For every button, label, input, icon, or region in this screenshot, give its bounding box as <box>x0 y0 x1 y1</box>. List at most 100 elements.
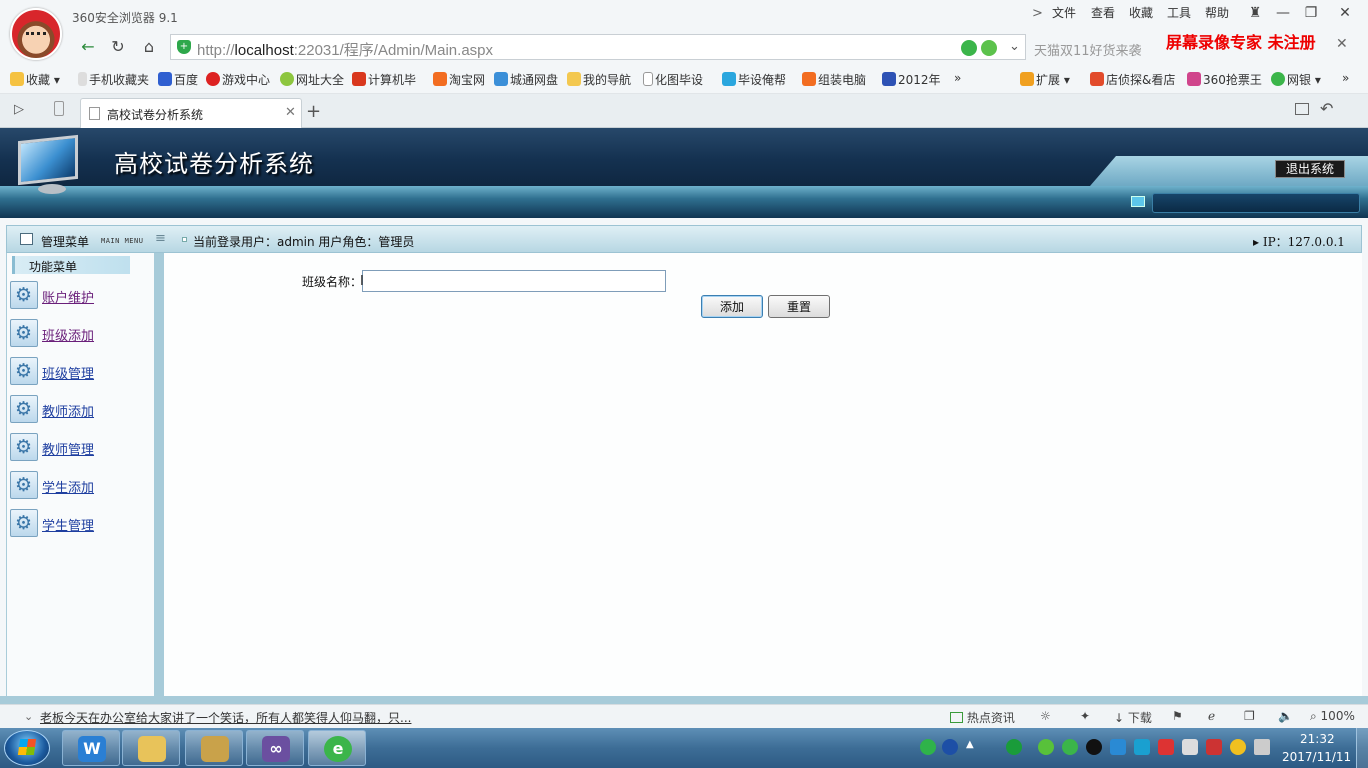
bookmark-ticket[interactable]: 360抢票王 <box>1187 71 1262 88</box>
news-ticker-link[interactable]: 老板今天在办公室给大家讲了一个笑话，所有人都笑得人仰马翻，只... <box>40 709 411 726</box>
sidebar-item-class-manage[interactable]: ⚙ 班级管理 <box>10 357 150 387</box>
bookmark-games[interactable]: 游戏中心 <box>206 71 270 88</box>
clock-date[interactable]: 2017/11/11 <box>1282 750 1351 764</box>
main-content <box>164 253 1362 696</box>
phone-sync-icon[interactable] <box>54 101 64 116</box>
bookmark-ctdisk[interactable]: 城通网盘 <box>494 71 558 88</box>
maximize-icon[interactable]: ❐ <box>1298 2 1324 24</box>
tray-more-icon[interactable]: ▲ <box>966 739 982 755</box>
menu-file[interactable]: 文件 <box>1052 4 1076 21</box>
sidebar-item-class-add[interactable]: ⚙ 班级添加 <box>10 319 150 349</box>
volume-icon[interactable]: 🔈 <box>1278 709 1293 723</box>
sidebar-item-student-manage[interactable]: ⚙ 学生管理 <box>10 509 150 539</box>
menu-tools[interactable]: 工具 <box>1167 4 1191 21</box>
minimize-icon[interactable]: — <box>1270 2 1296 24</box>
download-button[interactable]: ↓ 下载 <box>1114 709 1152 726</box>
task-tools[interactable] <box>185 730 243 766</box>
sidebar-link-teacher-manage[interactable]: 教师管理 <box>42 439 94 458</box>
show-desktop-button[interactable] <box>1356 728 1368 768</box>
power-icon[interactable] <box>1206 739 1222 755</box>
bookmark-baidu[interactable]: 百度 <box>158 71 198 88</box>
sidebar-item-account[interactable]: ⚙ 账户维护 <box>10 281 150 311</box>
reset-button[interactable]: 重置 <box>768 295 830 318</box>
bookmark-sites[interactable]: 网址大全 <box>280 71 344 88</box>
bookmark-huatu[interactable]: 化图毕设 <box>643 71 703 88</box>
bookmark-favorites[interactable]: 收藏 ▾ <box>10 71 60 88</box>
chevron-down-icon[interactable]: ⌄ <box>1009 39 1020 54</box>
task-visual-studio[interactable]: ∞ <box>246 730 304 766</box>
url-text[interactable]: http://localhost:22031/程序/Admin/Main.asp… <box>197 39 493 60</box>
bookmark-bishe[interactable]: 毕设俺帮 <box>722 71 786 88</box>
close-icon[interactable]: ✕ <box>1332 2 1358 24</box>
task-explorer[interactable] <box>122 730 180 766</box>
new-tab-icon[interactable]: + <box>306 101 321 122</box>
wechat-icon[interactable] <box>1038 739 1054 755</box>
skin-icon[interactable]: ♜ <box>1242 2 1268 24</box>
tab-close-icon[interactable]: ✕ <box>285 105 296 120</box>
bookmark-dianzhentan[interactable]: 店侦探&看店 <box>1090 71 1175 88</box>
bookmark-2012[interactable]: 2012年 <box>882 71 941 88</box>
undo-close-icon[interactable]: ↶ <box>1320 99 1333 118</box>
window-icon[interactable]: ❐ <box>1244 709 1255 723</box>
speed-icon[interactable]: ☼ <box>1040 709 1051 723</box>
tab-main[interactable]: 高校试卷分析系统 ✕ <box>80 98 302 128</box>
back-arrow-icon[interactable]: ← <box>76 36 100 58</box>
menu-help[interactable]: 帮助 <box>1205 4 1229 21</box>
sidebar-link-class-manage[interactable]: 班级管理 <box>42 363 94 382</box>
360-icon[interactable] <box>1062 739 1078 755</box>
task-360-browser[interactable]: e <box>308 730 366 766</box>
monitor-icon[interactable] <box>1254 739 1270 755</box>
menu-view[interactable]: 查看 <box>1091 4 1115 21</box>
pin-icon[interactable]: ✦ <box>1080 709 1090 723</box>
speaker-icon[interactable] <box>1182 739 1198 755</box>
speedup-icon[interactable] <box>961 40 977 56</box>
zoom-control[interactable]: ⌕ 100% <box>1310 709 1355 724</box>
search-close-icon[interactable]: ✕ <box>1336 36 1348 52</box>
more-bookmarks-icon[interactable]: » <box>954 71 961 85</box>
sidebar-item-teacher-add[interactable]: ⚙ 教师添加 <box>10 395 150 425</box>
sidebar-link-account[interactable]: 账户维护 <box>42 287 94 306</box>
sogou-icon[interactable] <box>920 739 936 755</box>
class-name-input[interactable] <box>362 270 666 292</box>
chevron-down-icon[interactable]: ⌄ <box>24 710 33 723</box>
add-button[interactable]: 添加 <box>701 295 763 318</box>
bookmark-computer[interactable]: 计算机毕 <box>352 71 416 88</box>
logout-button[interactable]: 退出系统 <box>1275 160 1345 178</box>
hot-news-button[interactable]: 热点资讯 <box>950 709 1015 726</box>
menu-favorites[interactable]: 收藏 <box>1129 4 1153 21</box>
user-avatar[interactable] <box>10 8 62 60</box>
sidebar-link-class-add[interactable]: 班级添加 <box>42 325 94 344</box>
bookmark-mobile[interactable]: 手机收藏夹 <box>78 71 149 88</box>
ie-icon[interactable]: ℯ <box>1208 709 1215 723</box>
sidebar-link-student-manage[interactable]: 学生管理 <box>42 515 94 534</box>
clock-time[interactable]: 21:32 <box>1300 732 1335 746</box>
sidebar-item-teacher-manage[interactable]: ⚙ 教师管理 <box>10 433 150 463</box>
sidebar-toggle-icon[interactable]: ▷ <box>14 102 24 117</box>
sidebar-item-student-add[interactable]: ⚙ 学生添加 <box>10 471 150 501</box>
sync-icon[interactable] <box>1134 739 1150 755</box>
task-wps[interactable]: W <box>62 730 120 766</box>
help-icon[interactable] <box>942 739 958 755</box>
bookmark-extensions[interactable]: 扩展 ▾ <box>1020 71 1070 88</box>
flag-icon[interactable]: ⚑ <box>1172 709 1183 723</box>
search-input[interactable]: 天猫双11好货来袭 <box>1030 34 1160 60</box>
bookmark-bank[interactable]: 网银 ▾ <box>1271 71 1321 88</box>
bookmark-taobao[interactable]: 淘宝网 <box>433 71 485 88</box>
qq-icon[interactable] <box>1086 739 1102 755</box>
security-icon[interactable] <box>1158 739 1174 755</box>
menu-chevron-icon[interactable]: > <box>1032 6 1043 21</box>
add-icon[interactable] <box>1230 739 1246 755</box>
bookmark-assemble[interactable]: 组装电脑 <box>802 71 866 88</box>
sidebar-link-teacher-add[interactable]: 教师添加 <box>42 401 94 420</box>
address-bar[interactable]: + http://localhost:22031/程序/Admin/Main.a… <box>170 34 1026 60</box>
start-button[interactable] <box>4 730 50 766</box>
sidebar-link-student-add[interactable]: 学生添加 <box>42 477 94 496</box>
tab-list-icon[interactable] <box>1295 103 1309 115</box>
refresh-icon[interactable]: ↻ <box>106 36 130 58</box>
home-icon[interactable]: ⌂ <box>137 36 161 58</box>
bookmark-mynav[interactable]: 我的导航 <box>567 71 631 88</box>
recorder-icon[interactable] <box>1110 739 1126 755</box>
more-right-icon[interactable]: » <box>1342 71 1349 85</box>
ie-mode-icon[interactable] <box>981 40 997 56</box>
network-monitor-icon[interactable] <box>1006 739 1022 755</box>
